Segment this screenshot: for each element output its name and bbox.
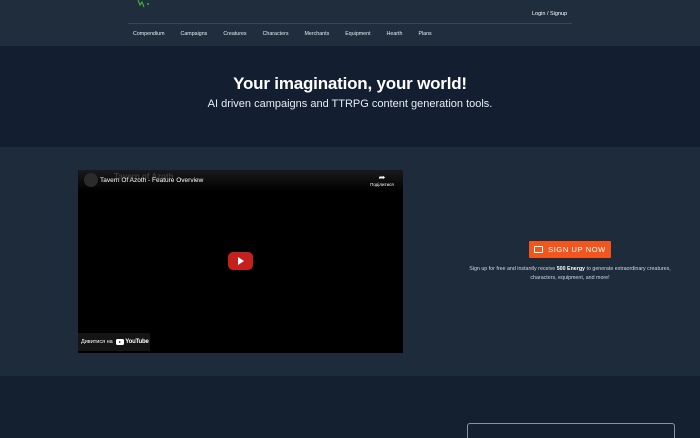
ticket-icon: [534, 246, 544, 253]
login-signup-link[interactable]: Login / Signup: [532, 11, 567, 17]
share-button[interactable]: ➦ Поділитися: [367, 173, 397, 191]
channel-avatar[interactable]: [84, 173, 98, 187]
video-title[interactable]: Tavern Of Azoth - Feature Overview: [100, 177, 203, 184]
hero-section: Your imagination, your world! AI driven …: [0, 46, 700, 147]
signup-description: Sign up for free and instantly receive 5…: [468, 265, 672, 282]
main-nav: Compendium Campaigns Creatures Character…: [133, 31, 448, 37]
nav-item-compendium[interactable]: Compendium: [133, 31, 165, 37]
bottom-section: [0, 376, 700, 438]
nav-item-campaigns[interactable]: Campaigns: [181, 31, 208, 37]
hero-subtitle: AI driven campaigns and TTRPG content ge…: [207, 98, 493, 110]
video-player[interactable]: Tavern of Azoth Tavern Of Azoth - Featur…: [78, 170, 403, 353]
hero-title: Your imagination, your world!: [233, 74, 467, 93]
nav-item-merchants[interactable]: Merchants: [304, 31, 329, 37]
youtube-label: YouTube: [125, 339, 149, 345]
energy-amount: 500 Energy: [556, 266, 586, 272]
play-button[interactable]: [228, 252, 253, 270]
share-arrow-icon: ➦: [378, 173, 386, 182]
video-topbar: Tavern of Azoth Tavern Of Azoth - Featur…: [78, 170, 403, 192]
watch-on-label: Дивитися на: [81, 339, 113, 345]
signup-desc-text: Sign up for free and instantly receive: [469, 266, 557, 272]
sign-up-label: SIGN UP NOW: [548, 245, 606, 254]
nav-item-creatures[interactable]: Creatures: [223, 31, 246, 37]
nav-item-equipment[interactable]: Equipment: [345, 31, 370, 37]
feature-section: Tavern of Azoth Tavern Of Azoth - Featur…: [0, 147, 700, 376]
nav-item-plans[interactable]: Plans: [418, 31, 431, 37]
site-header: Login / Signup Compendium Campaigns Crea…: [0, 0, 700, 46]
share-label: Поділитися: [370, 182, 394, 187]
bottom-card: [467, 423, 675, 438]
nav-item-characters[interactable]: Characters: [263, 31, 289, 37]
watch-on-youtube-button[interactable]: Дивитися на YouTube: [78, 333, 150, 351]
logo-icon[interactable]: [134, 0, 158, 8]
play-icon: [238, 257, 244, 265]
youtube-logo-icon: [115, 339, 124, 345]
sign-up-now-button[interactable]: SIGN UP NOW: [529, 241, 611, 258]
nav-item-hearth[interactable]: Hearth: [387, 31, 403, 37]
header-divider: [128, 23, 572, 24]
